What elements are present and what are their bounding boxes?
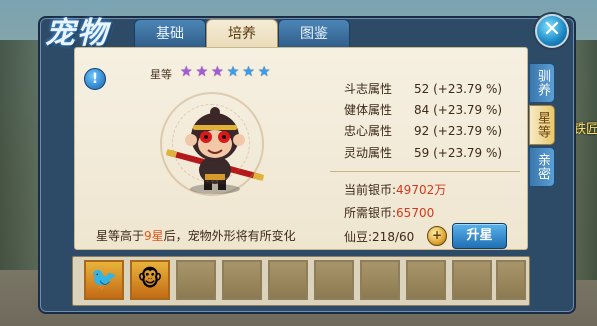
stat-value: 84 (+23.79 %) xyxy=(414,103,503,117)
side-tab-tame[interactable]: 驯养 xyxy=(529,63,555,103)
tab-codex[interactable]: 图鉴 xyxy=(278,19,350,49)
stat-value: 52 (+23.79 %) xyxy=(414,82,503,96)
pet-shadow xyxy=(190,184,240,194)
close-button[interactable]: ✕ xyxy=(535,14,569,48)
stat-row-loyalty: 忠心属性 92 (+23.79 %) xyxy=(344,122,502,139)
monkey-icon: 🐵 xyxy=(137,267,163,292)
pet-slot-8[interactable] xyxy=(406,260,446,300)
npc-label: 铁匠 xyxy=(573,122,597,137)
current-silver: 当前银币:49702万 xyxy=(344,181,446,198)
pet-slot-7[interactable] xyxy=(360,260,400,300)
info-icon[interactable]: ! xyxy=(84,68,106,90)
side-tab-star[interactable]: 星等 xyxy=(529,105,555,145)
pet-slot-10[interactable] xyxy=(496,260,526,300)
required-silver-label: 所需银币: xyxy=(344,206,397,220)
hint-highlight: 9星 xyxy=(144,229,164,243)
immortal-beans-text: 仙豆:218/60 xyxy=(344,230,415,244)
stat-name: 斗志属性 xyxy=(344,82,393,96)
hint-before: 星等高于 xyxy=(96,229,145,243)
evolution-hint: 星等高于9星后，宠物外形将有所变化 xyxy=(96,227,296,244)
star-icon: ★ xyxy=(226,64,240,80)
current-silver-value: 49702万 xyxy=(396,183,447,197)
star-icon: ★ xyxy=(257,64,271,80)
stat-name: 健体属性 xyxy=(344,103,393,117)
pet-slot-1[interactable]: 🐦 xyxy=(84,260,124,300)
star-icon: ★ xyxy=(180,64,193,80)
pet-slot-5[interactable] xyxy=(268,260,308,300)
required-silver-value: 65700 xyxy=(396,206,435,220)
side-tab-intimacy[interactable]: 亲密 xyxy=(529,147,555,187)
pet-slot-6[interactable] xyxy=(314,260,354,300)
star-rank-stars: ★ ★ ★ ★ ★ ★ xyxy=(180,65,270,79)
pet-slot-3[interactable] xyxy=(176,260,216,300)
stat-name: 忠心属性 xyxy=(344,124,393,138)
upgrade-star-button[interactable]: 升星 xyxy=(452,223,507,249)
immortal-beans: 仙豆:218/60 xyxy=(344,228,414,245)
phoenix-icon: 🐦 xyxy=(90,267,118,292)
pet-slot-4[interactable] xyxy=(222,260,262,300)
hint-after: 后，宠物外形将有所变化 xyxy=(163,229,296,243)
tab-basic[interactable]: 基础 xyxy=(134,19,206,49)
window-title-logo: 宠物 xyxy=(45,16,109,51)
pet-monkey-portrait xyxy=(160,92,270,202)
star-icon: ★ xyxy=(242,64,255,80)
pet-slot-2[interactable]: 🐵 xyxy=(130,260,170,300)
current-silver-label: 当前银币: xyxy=(344,183,397,197)
stat-row-agility: 灵动属性 59 (+23.79 %) xyxy=(344,144,502,161)
pet-slot-9[interactable] xyxy=(452,260,492,300)
stat-value: 92 (+23.79 %) xyxy=(414,124,503,138)
add-bean-icon[interactable]: + xyxy=(427,226,447,246)
background-trees-left xyxy=(0,40,40,270)
stat-row-fighting: 斗志属性 52 (+23.79 %) xyxy=(344,80,502,97)
divider xyxy=(330,171,520,172)
star-rank-label: 星等 xyxy=(150,68,172,81)
star-icon: ★ xyxy=(211,64,224,80)
stat-value: 59 (+23.79 %) xyxy=(414,146,503,160)
stat-row-physique: 健体属性 84 (+23.79 %) xyxy=(344,101,502,118)
required-silver: 所需银币:65700 xyxy=(344,204,434,221)
star-icon: ★ xyxy=(195,64,209,80)
stat-name: 灵动属性 xyxy=(344,146,393,160)
close-icon: ✕ xyxy=(542,17,562,42)
pet-aura-inner xyxy=(172,104,250,182)
